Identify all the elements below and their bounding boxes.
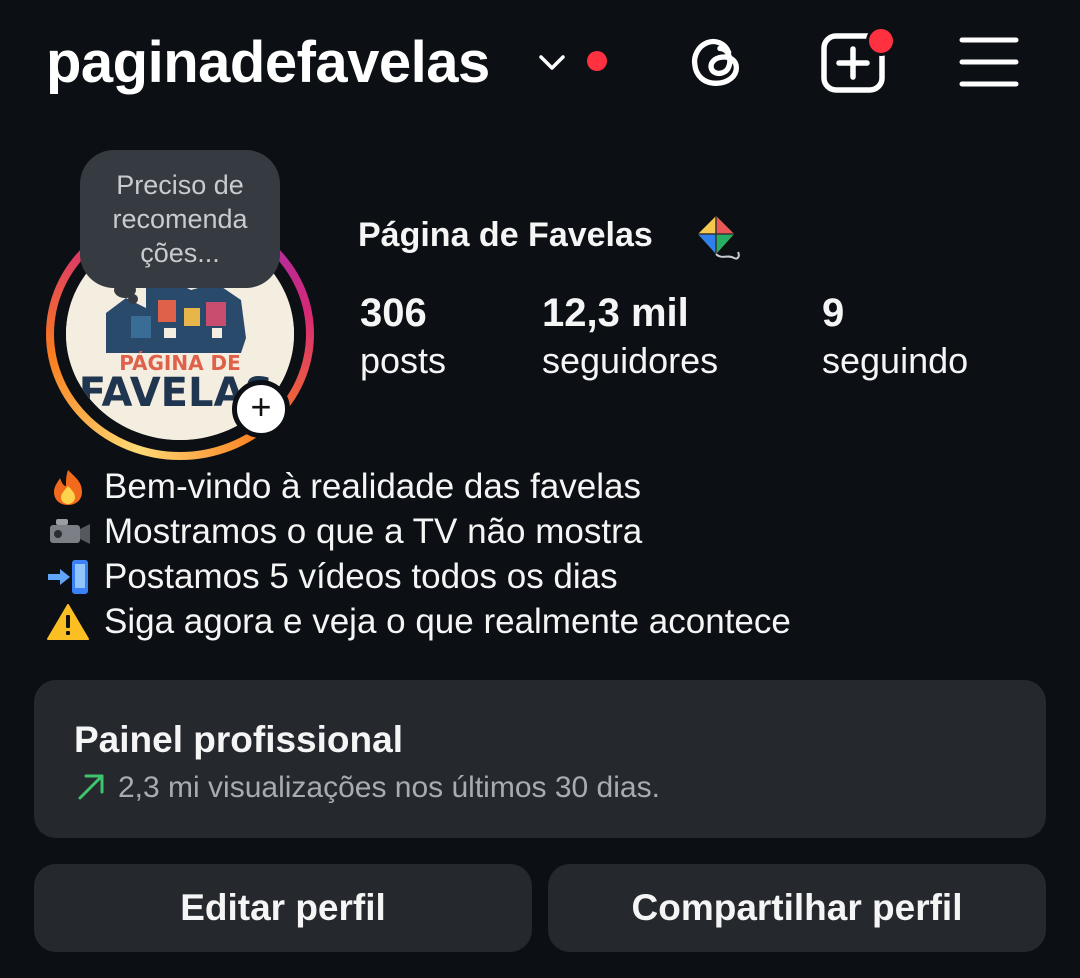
profile-username[interactable]: paginadefavelas (46, 28, 490, 98)
edit-profile-button[interactable]: Editar perfil (34, 864, 532, 952)
following-count: 9 (822, 291, 845, 335)
stat-followers[interactable]: 12,3 mil seguidores (542, 288, 718, 384)
kite-emoji-icon (698, 216, 740, 260)
posts-count: 306 (360, 291, 427, 335)
hamburger-menu-icon[interactable] (958, 34, 1020, 90)
following-label: seguindo (822, 340, 969, 381)
profile-bio: Bem-vindo à realidade das favelas Mostra… (46, 464, 791, 644)
trend-up-arrow-icon (78, 774, 104, 800)
bio-line: Siga agora e veja o que realmente aconte… (46, 599, 791, 644)
fire-emoji-icon (46, 468, 94, 506)
bio-line: Bem-vindo à realidade das favelas (46, 464, 791, 509)
dashboard-subtitle: 2,3 mi visualizações nos últimos 30 dias… (118, 771, 660, 804)
dashboard-title: Painel profissional (74, 719, 403, 760)
threads-icon[interactable] (686, 30, 748, 94)
note-tail-small (128, 294, 138, 304)
stat-posts[interactable]: 306 posts (360, 288, 446, 384)
profile-note-bubble[interactable]: Preciso de recomenda ções... (80, 150, 280, 288)
followers-label: seguidores (542, 340, 719, 381)
add-story-button[interactable]: + (232, 380, 290, 438)
bio-text-2: Mostramos o que a TV não mostra (104, 512, 643, 551)
posts-label: posts (360, 340, 447, 381)
phone-arrow-emoji-icon (46, 558, 94, 596)
bio-line: Mostramos o que a TV não mostra (46, 509, 791, 554)
stat-following[interactable]: 9 seguindo (822, 288, 968, 384)
note-line-3: ções... (140, 238, 220, 268)
share-profile-button[interactable]: Compartilhar perfil (548, 864, 1046, 952)
note-line-1: Preciso de (116, 170, 244, 200)
warning-emoji-icon (46, 603, 94, 641)
video-camera-emoji-icon (46, 513, 94, 551)
bio-text-1: Bem-vindo à realidade das favelas (104, 467, 641, 506)
bio-text-4: Siga agora e veja o que realmente aconte… (104, 602, 791, 641)
bio-line: Postamos 5 vídeos todos os dias (46, 554, 791, 599)
bio-text-3: Postamos 5 vídeos todos os dias (104, 557, 618, 596)
profile-full-name: Página de Favelas (358, 216, 653, 254)
create-notification-dot (866, 26, 896, 56)
chevron-down-icon[interactable] (536, 48, 568, 76)
notification-dot (587, 51, 607, 71)
followers-count: 12,3 mil (542, 291, 689, 335)
note-line-2: recomenda (112, 204, 248, 234)
